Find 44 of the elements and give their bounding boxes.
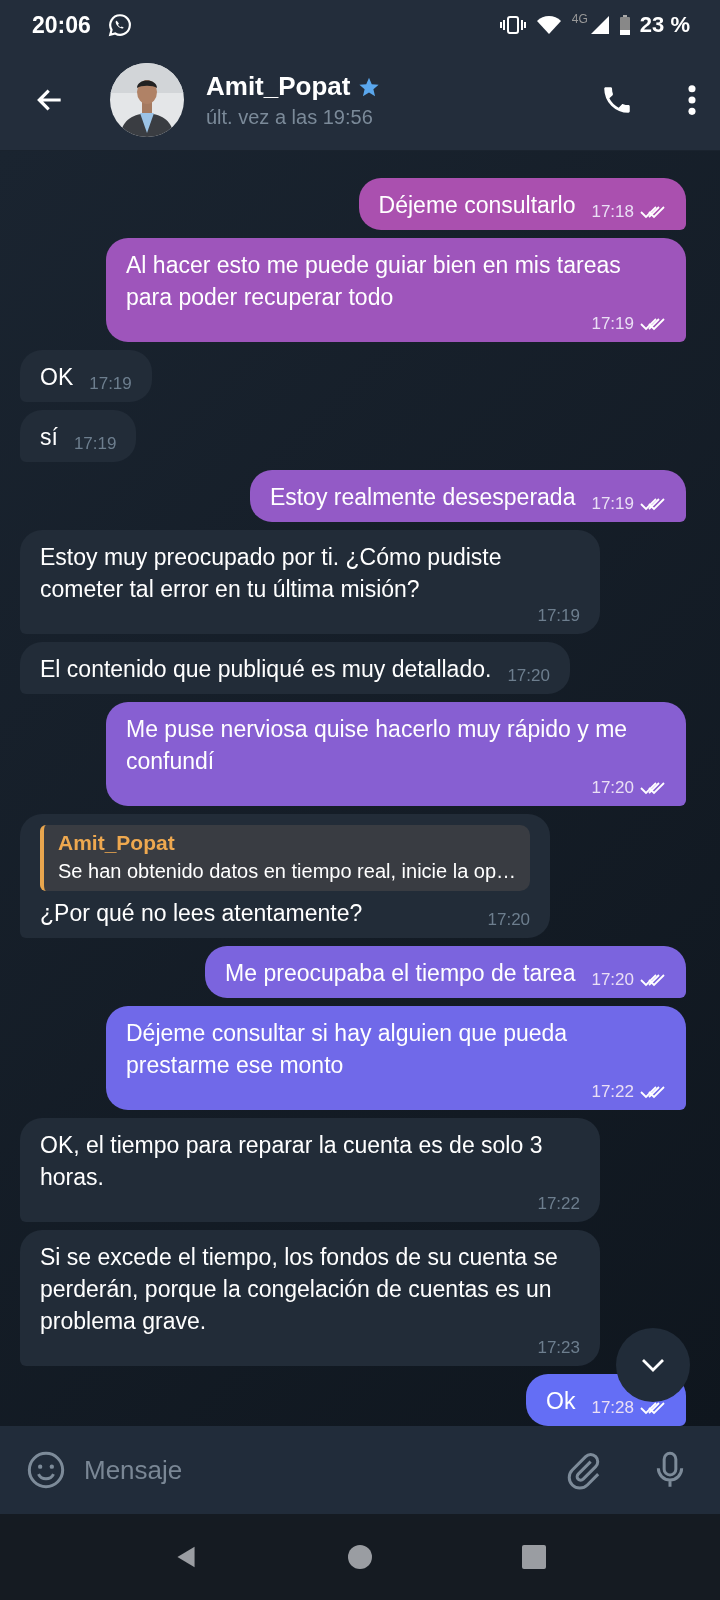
message-text: OK, el tiempo para reparar la cuenta es de solo 3 horas. <box>40 1131 544 1192</box>
message-text: Me puse nerviosa quise hacerlo muy rápido y me confundí <box>126 715 629 776</box>
message-text: Ok <box>546 1387 576 1416</box>
last-seen: últ. vez a las 19:56 <box>206 106 374 129</box>
message-text: OK <box>40 363 74 392</box>
message-time: 17:19 <box>591 313 634 335</box>
message-text: Estoy realmente desesperada <box>269 483 576 512</box>
message-text: El contenido que publiqué es muy detallado. <box>40 655 492 684</box>
message-time: 17:20 <box>487 909 531 931</box>
more-options-icon[interactable] <box>686 83 698 117</box>
message-time: 17:18 <box>591 201 634 223</box>
signal-icon <box>589 15 610 35</box>
message-time: 17:19 <box>89 373 132 395</box>
message-text: Si se excede el tiempo, los fondos de su cuenta se perderán, porque la congelación de cuentas es un problema grave. <box>40 1243 559 1336</box>
message-text: ¿Por qué no lees atentamente? <box>40 899 363 928</box>
message-text: sí <box>40 423 58 452</box>
message-time: 17:28 <box>591 1397 634 1419</box>
wifi-icon <box>535 15 562 35</box>
message-time: 17:19 <box>537 605 580 627</box>
message-time: 17:23 <box>537 1337 580 1359</box>
message-text: Déjeme consultarlo <box>378 191 576 220</box>
battery-icon <box>619 15 630 35</box>
message-text: Me preocupaba el tiempo de tarea <box>225 959 576 988</box>
message-time: 17:22 <box>537 1193 580 1215</box>
battery-percent: 23 % <box>639 12 690 38</box>
vibrate-icon <box>499 15 526 35</box>
message-time: 17:20 <box>591 969 634 991</box>
message-text: Estoy muy preocupado por ti. ¿Cómo pudiste cometer tal error en tu última misión? <box>40 543 503 604</box>
message-time: 17:20 <box>591 777 634 799</box>
home-circle-icon[interactable] <box>348 1545 372 1569</box>
quote-text: Se han obtenido datos en tiempo real, inicie la op… <box>58 859 517 884</box>
contact-name: Amit_Popat <box>206 71 351 102</box>
emoji-icon[interactable] <box>26 1450 66 1490</box>
clock-time: 20:06 <box>32 11 91 39</box>
quoted-message[interactable]: Amit_Popat Se han obtenido datos en tiempo real, inicie la op… <box>40 825 531 891</box>
network-type: 4G <box>571 12 588 26</box>
message-time: 17:19 <box>591 493 634 515</box>
message-time: 17:19 <box>73 433 117 455</box>
message-time: 17:20 <box>507 665 550 687</box>
quote-author: Amit_Popat <box>58 830 176 856</box>
chat-bubble-icon <box>106 12 133 38</box>
message-text: Al hacer esto me puede guiar bien en mis tareas para poder recuperar todo <box>126 251 622 312</box>
message-text: Déjeme consultar si hay alguien que pueda prestarme ese monto <box>126 1019 569 1080</box>
message-time: 17:22 <box>591 1081 634 1103</box>
